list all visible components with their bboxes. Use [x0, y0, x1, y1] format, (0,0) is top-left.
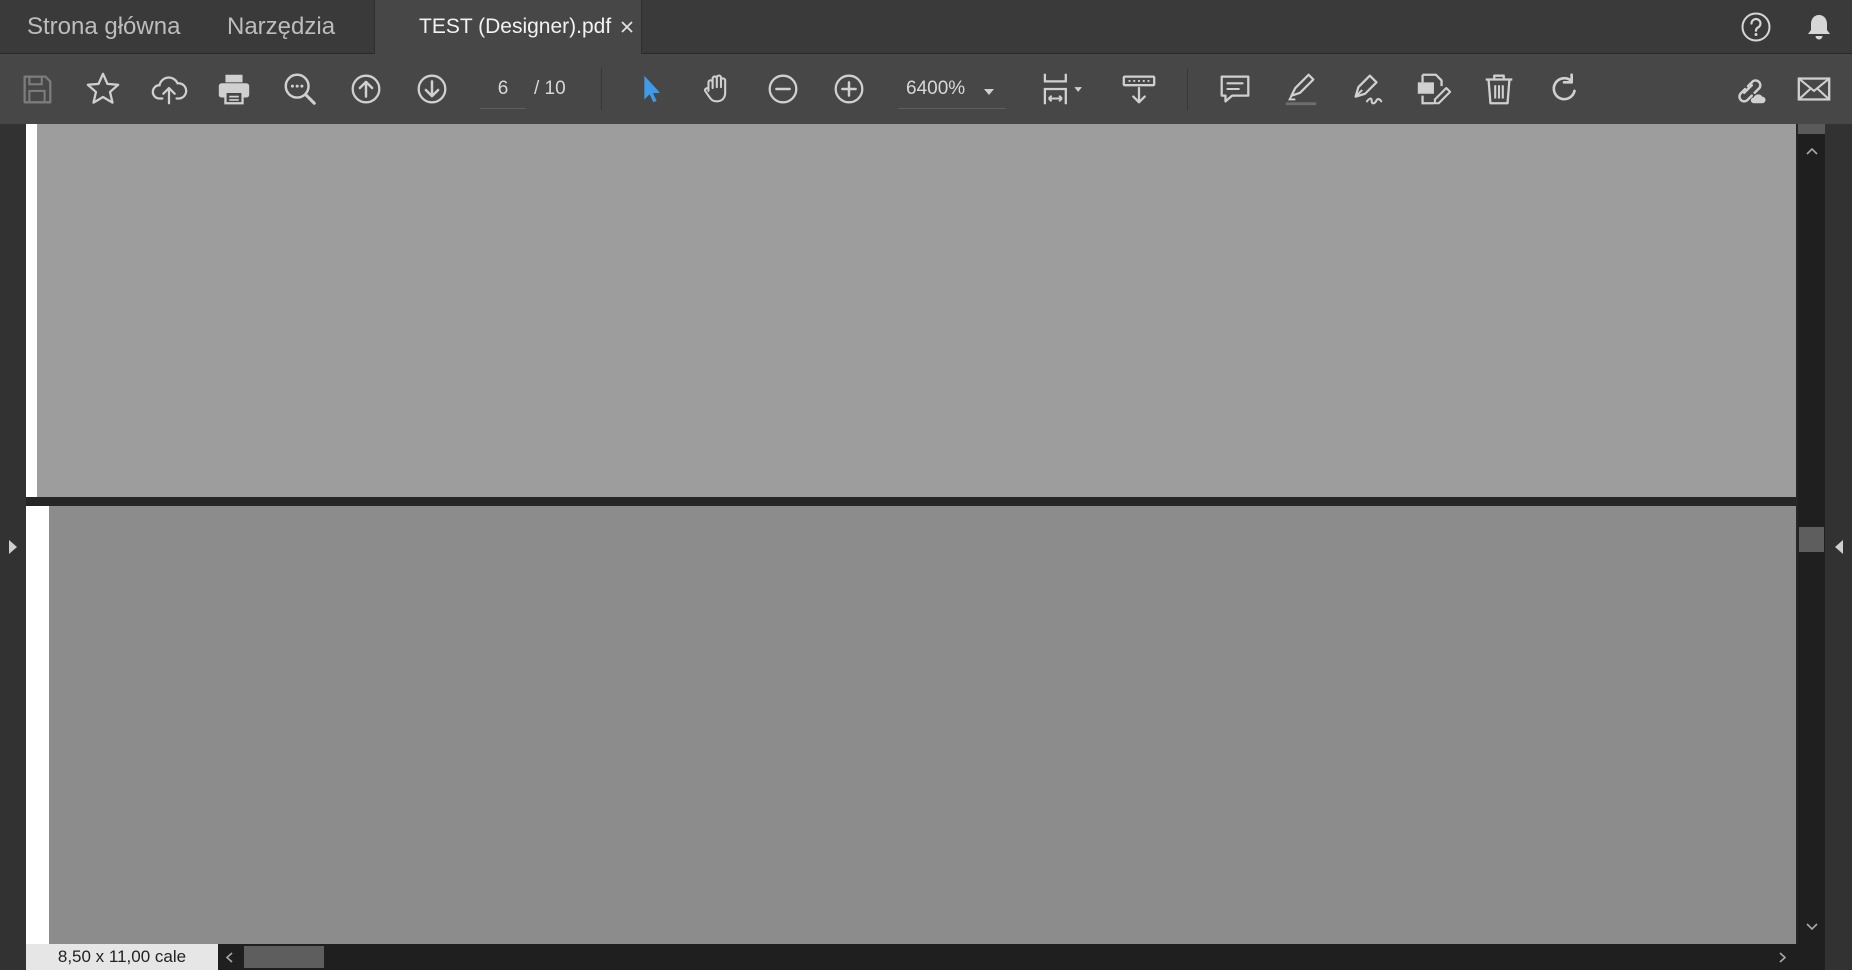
chevron-up-icon[interactable]	[1805, 144, 1819, 156]
chevron-down-icon[interactable]	[982, 84, 996, 95]
scrollbar-corner	[1798, 944, 1825, 970]
tab-home[interactable]: Strona główna	[15, 0, 192, 53]
chevron-right-icon[interactable]	[1778, 951, 1788, 964]
share-link-icon[interactable]	[1727, 68, 1769, 110]
tab-tools[interactable]: Narzędzia	[215, 0, 347, 53]
zoom-select[interactable]: 6400%	[898, 70, 1006, 109]
page-number-input[interactable]: 6	[480, 70, 526, 109]
expand-right-icon[interactable]	[7, 538, 19, 556]
expand-left-icon[interactable]	[1833, 538, 1845, 556]
email-icon[interactable]	[1793, 68, 1835, 110]
right-panel-toggle[interactable]	[1825, 124, 1852, 970]
scroll-mode-icon[interactable]	[1118, 68, 1160, 110]
zoom-value: 6400%	[906, 78, 966, 99]
chevron-down-icon[interactable]	[1805, 920, 1819, 932]
toolbar-separator	[601, 68, 602, 110]
horizontal-scrollbar[interactable]	[218, 944, 1798, 970]
vertical-scrollbar[interactable]	[1798, 124, 1825, 944]
document-viewport[interactable]	[26, 124, 1798, 944]
star-icon[interactable]	[82, 68, 124, 110]
search-zoom-icon[interactable]	[279, 68, 321, 110]
chevron-left-icon[interactable]	[224, 951, 234, 964]
close-tab-icon[interactable]	[617, 17, 637, 37]
toolbar-separator	[1187, 68, 1188, 110]
zoom-in-icon[interactable]	[828, 68, 870, 110]
vertical-scroll-thumb[interactable]	[1799, 527, 1824, 552]
sign-icon[interactable]	[1346, 68, 1388, 110]
rotate-icon[interactable]	[1544, 68, 1586, 110]
pdf-page	[26, 124, 1796, 497]
cursor-select-icon[interactable]	[630, 68, 672, 110]
comment-icon[interactable]	[1214, 68, 1256, 110]
highlight-icon[interactable]	[1280, 68, 1322, 110]
edit-pdf-icon[interactable]	[1412, 68, 1454, 110]
pdf-page	[26, 506, 1796, 944]
horizontal-scroll-thumb[interactable]	[244, 946, 324, 968]
page-size-label: 8,50 x 11,00 cale	[26, 944, 218, 970]
zoom-out-icon[interactable]	[762, 68, 804, 110]
save-icon[interactable]	[16, 68, 58, 110]
trash-icon[interactable]	[1478, 68, 1520, 110]
tab-document[interactable]: TEST (Designer).pdf	[374, 0, 642, 54]
fit-page-icon[interactable]	[1033, 68, 1091, 110]
arrow-up-circle-icon[interactable]	[345, 68, 387, 110]
page-total-label: / 10	[534, 78, 566, 99]
print-icon[interactable]	[213, 68, 255, 110]
left-panel-toggle[interactable]	[0, 124, 26, 970]
cloud-upload-icon[interactable]	[148, 68, 190, 110]
bell-icon[interactable]	[1803, 11, 1835, 43]
hand-icon[interactable]	[696, 68, 738, 110]
help-icon[interactable]	[1740, 11, 1772, 43]
arrow-down-circle-icon[interactable]	[411, 68, 453, 110]
scrollbar-track-top	[1798, 124, 1825, 134]
tab-document-label: TEST (Designer).pdf	[419, 15, 612, 38]
tab-bar: Strona główna Narzędzia TEST (Designer).…	[0, 0, 1852, 54]
